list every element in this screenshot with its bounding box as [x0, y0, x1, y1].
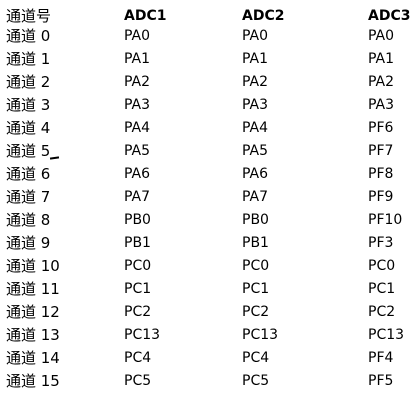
adc3-pin-cell: PF7	[368, 143, 394, 159]
adc3-pin-cell: PA3	[368, 97, 395, 113]
table-row: 通道 3 PA3 PA3 PA3	[0, 94, 415, 117]
channel-cell: 通道 15	[6, 372, 60, 390]
adc3-pin-cell: PC2	[368, 304, 396, 320]
table-row: 通道 4 PA4 PA4 PF6	[0, 117, 415, 140]
channel-cell: 通道 2	[6, 73, 51, 91]
channel-cell: 通道 7	[6, 188, 51, 206]
channel-cell: 通道 1	[6, 50, 51, 68]
table-row: 通道 1 PA1 PA1 PA1	[0, 48, 415, 71]
channel-cell: 通道 11	[6, 280, 60, 298]
header-adc3: ADC3	[368, 8, 411, 24]
channel-cell: 通道 6	[6, 165, 51, 183]
adc1-pin-cell: PA4	[124, 120, 151, 136]
table-row: 通道 15 PC5 PC5 PF5	[0, 370, 415, 393]
header-channel: 通道号	[6, 7, 52, 25]
adc3-pin-cell: PF6	[368, 120, 394, 136]
adc2-pin-cell: PA1	[242, 51, 269, 67]
table-row: 通道 7 PA7 PA7 PF9	[0, 186, 415, 209]
cursor-mark	[49, 156, 60, 160]
adc2-pin-cell: PA3	[242, 97, 269, 113]
adc1-pin-cell: PA3	[124, 97, 151, 113]
adc1-pin-cell: PC1	[124, 281, 152, 297]
adc3-pin-cell: PA1	[368, 51, 395, 67]
table-row: 通道 10 PC0 PC0 PC0	[0, 255, 415, 278]
adc2-pin-cell: PA4	[242, 120, 269, 136]
adc1-pin-cell: PA2	[124, 74, 151, 90]
adc2-pin-cell: PC4	[242, 350, 270, 366]
adc-channel-table: 通道号 ADC1 ADC2 ADC3 通道 0 PA0 PA0 PA0 通道 1 PA1 P…	[0, 0, 415, 390]
adc2-pin-cell: PC0	[242, 258, 270, 274]
adc1-pin-cell: PA1	[124, 51, 151, 67]
channel-cell: 通道 12	[6, 303, 60, 321]
channel-cell: 通道 14	[6, 349, 60, 367]
channel-cell: 通道 0	[6, 27, 51, 45]
adc2-pin-cell: PA0	[242, 28, 269, 44]
adc2-pin-cell: PA6	[242, 166, 269, 182]
adc1-pin-cell: PA0	[124, 28, 151, 44]
adc2-pin-cell: PA5	[242, 143, 269, 159]
adc2-pin-cell: PC2	[242, 304, 270, 320]
table-row: 通道 12 PC2 PC2 PC2	[0, 301, 415, 324]
adc3-pin-cell: PF3	[368, 235, 394, 251]
adc2-pin-cell: PC5	[242, 373, 270, 389]
table-row: 通道 0 PA0 PA0 PA0	[0, 25, 415, 48]
adc2-pin-cell: PA2	[242, 74, 269, 90]
channel-cell: 通道 10	[6, 257, 60, 275]
adc1-pin-cell: PC13	[124, 327, 161, 343]
table-row: 通道 8 PB0 PB0 PF10	[0, 209, 415, 232]
header-adc1: ADC1	[124, 8, 167, 24]
table-row: 通道 2 PA2 PA2 PA2	[0, 71, 415, 94]
table-row: 通道 13 PC13 PC13 PC13	[0, 324, 415, 347]
channel-cell: 通道 5	[6, 142, 51, 160]
adc1-pin-cell: PA5	[124, 143, 151, 159]
adc1-pin-cell: PB1	[124, 235, 151, 251]
adc3-pin-cell: PF4	[368, 350, 394, 366]
adc1-pin-cell: PC5	[124, 373, 152, 389]
channel-cell: 通道 9	[6, 234, 51, 252]
table-row: 通道 11 PC1 PC1 PC1	[0, 278, 415, 301]
adc1-pin-cell: PB0	[124, 212, 151, 228]
adc1-pin-cell: PC2	[124, 304, 152, 320]
adc3-pin-cell: PC1	[368, 281, 396, 297]
adc3-pin-cell: PF5	[368, 373, 394, 389]
channel-cell: 通道 8	[6, 211, 51, 229]
adc3-pin-cell: PC13	[368, 327, 405, 343]
channel-cell: 通道 4	[6, 119, 51, 137]
header-adc2: ADC2	[242, 8, 285, 24]
adc3-pin-cell: PC0	[368, 258, 396, 274]
table-row: 通道 14 PC4 PC4 PF4	[0, 347, 415, 370]
channel-cell: 通道 3	[6, 96, 51, 114]
adc2-pin-cell: PC13	[242, 327, 279, 343]
adc1-pin-cell: PA6	[124, 166, 151, 182]
channel-cell: 通道 13	[6, 326, 60, 344]
adc2-pin-cell: PA7	[242, 189, 269, 205]
table-row: 通道 9 PB1 PB1 PF3	[0, 232, 415, 255]
adc3-pin-cell: PF10	[368, 212, 403, 228]
adc3-pin-cell: PF8	[368, 166, 394, 182]
adc1-pin-cell: PC0	[124, 258, 152, 274]
adc3-pin-cell: PA0	[368, 28, 395, 44]
table-row: 通道 5 PA5 PA5 PF7	[0, 140, 415, 163]
table-body: 通道 0 PA0 PA0 PA0 通道 1 PA1 PA1 PA1 通道 2 PA2 PA2 PA2 通…	[0, 25, 415, 393]
adc2-pin-cell: PC1	[242, 281, 270, 297]
adc1-pin-cell: PA7	[124, 189, 151, 205]
adc3-pin-cell: PF9	[368, 189, 394, 205]
adc2-pin-cell: PB1	[242, 235, 269, 251]
table-header-row: 通道号 ADC1 ADC2 ADC3	[0, 5, 415, 27]
adc1-pin-cell: PC4	[124, 350, 152, 366]
adc2-pin-cell: PB0	[242, 212, 269, 228]
adc3-pin-cell: PA2	[368, 74, 395, 90]
table-row: 通道 6 PA6 PA6 PF8	[0, 163, 415, 186]
